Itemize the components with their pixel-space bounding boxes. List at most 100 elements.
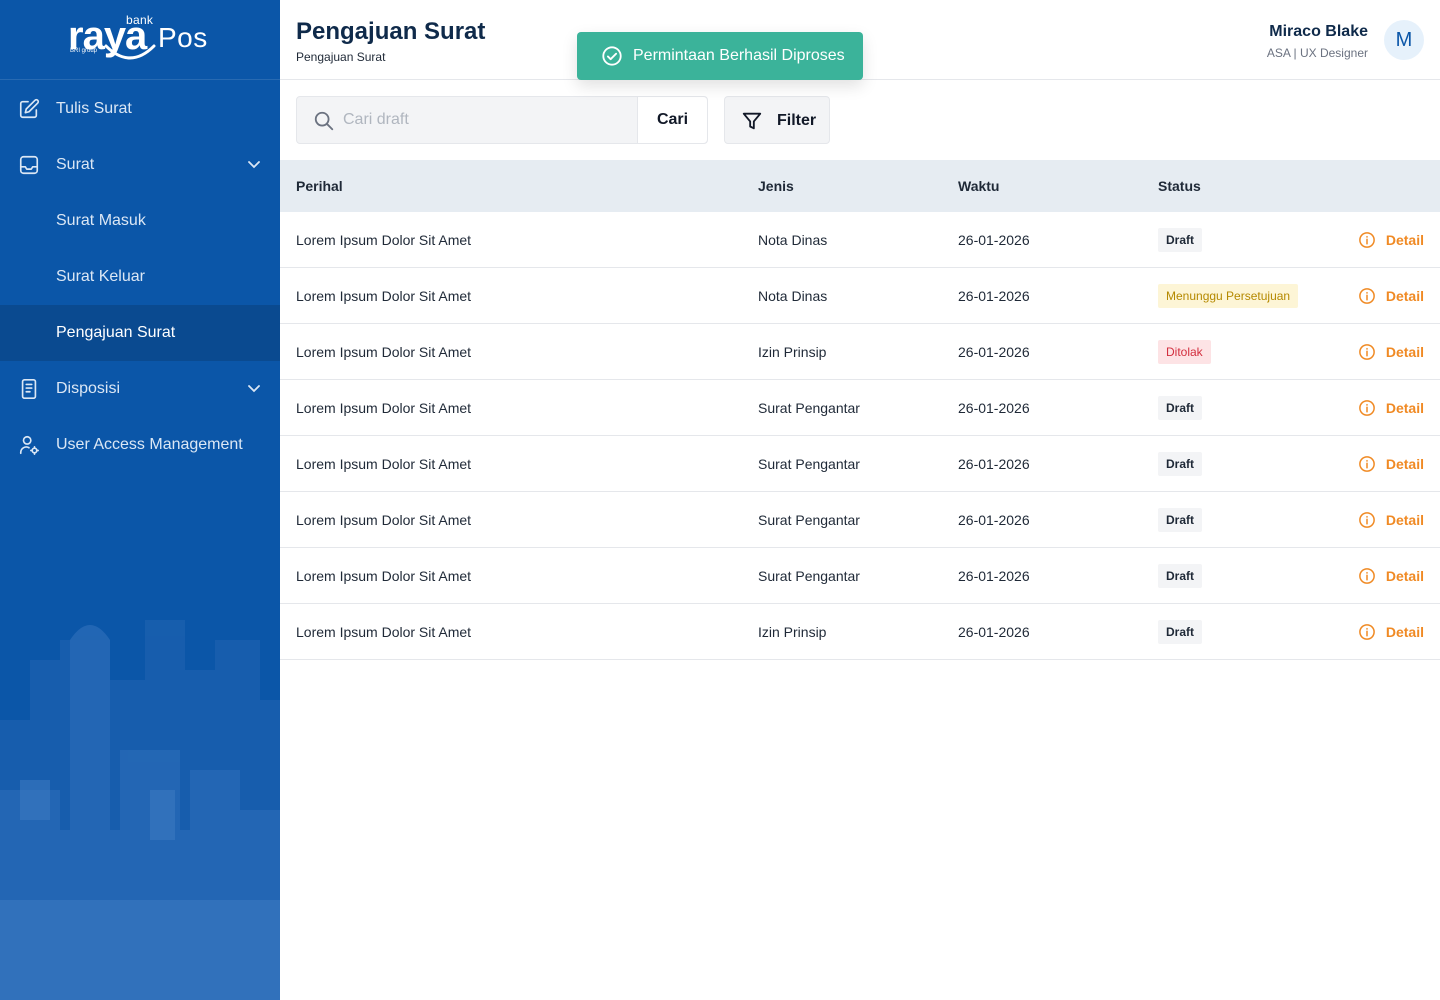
cell-perihal: Lorem Ipsum Dolor Sit Amet	[296, 400, 472, 416]
filter-button[interactable]: Filter	[724, 96, 830, 144]
cell-waktu: 26-01-2026	[958, 400, 1030, 416]
logo-pos-text: Pos	[158, 22, 208, 53]
cell-jenis: Nota Dinas	[758, 232, 828, 248]
chevron-down-icon	[248, 385, 260, 393]
cell-waktu: 26-01-2026	[958, 456, 1030, 472]
cell-perihal: Lorem Ipsum Dolor Sit Amet	[296, 232, 472, 248]
sidebar-item-disposisi[interactable]: Disposisi	[0, 361, 280, 417]
info-icon	[1359, 344, 1375, 360]
detail-link[interactable]: Detail	[1358, 343, 1424, 361]
search-icon	[314, 111, 334, 131]
table-row[interactable]: Lorem Ipsum Dolor Sit Amet Surat Penganta…	[280, 492, 1440, 548]
status-badge: Draft	[1158, 228, 1203, 252]
column-header-status[interactable]: Status	[1158, 178, 1201, 194]
sidebar-item-surat-masuk[interactable]: Surat Masuk	[0, 193, 280, 249]
detail-link[interactable]: Detail	[1358, 287, 1424, 305]
detail-label: Detail	[1385, 456, 1424, 472]
info-icon	[1359, 512, 1375, 528]
detail-link[interactable]: Detail	[1358, 511, 1424, 529]
detail-link[interactable]: Detail	[1358, 399, 1424, 417]
sidebar-item-label: User Access Management	[56, 436, 243, 453]
sidebar: bank raya Pos BRI group Tulis Surat Sura…	[0, 0, 280, 1000]
chevron-down-icon	[248, 161, 260, 169]
info-icon	[1359, 624, 1375, 640]
column-header-waktu[interactable]: Waktu	[958, 178, 999, 194]
cell-waktu: 26-01-2026	[958, 232, 1030, 248]
logo-smile-icon	[104, 44, 156, 60]
detail-link[interactable]: Detail	[1358, 567, 1424, 585]
cell-waktu: 26-01-2026	[958, 288, 1030, 304]
user-settings-icon	[19, 435, 39, 455]
info-icon	[1359, 400, 1375, 416]
sidebar-item-label: Pengajuan Surat	[56, 324, 176, 341]
cell-perihal: Lorem Ipsum Dolor Sit Amet	[296, 288, 472, 304]
sidebar-item-surat[interactable]: Surat	[0, 137, 280, 193]
cell-waktu: 26-01-2026	[958, 344, 1030, 360]
detail-link[interactable]: Detail	[1358, 231, 1424, 249]
sidebar-nav: Tulis Surat Surat Surat Masuk Surat Kelu…	[0, 81, 280, 473]
status-badge: Draft	[1158, 564, 1203, 588]
sidebar-item-label: Surat Keluar	[56, 268, 145, 285]
sidebar-item-user-access-management[interactable]: User Access Management	[0, 417, 280, 473]
cell-waktu: 26-01-2026	[958, 568, 1030, 584]
table-row[interactable]: Lorem Ipsum Dolor Sit Amet Surat Penganta…	[280, 436, 1440, 492]
table-row[interactable]: Lorem Ipsum Dolor Sit Amet Izin Prinsip 26…	[280, 324, 1440, 380]
detail-label: Detail	[1385, 624, 1424, 640]
letters-table: Perihal Jenis Waktu Status Lorem Ipsum D…	[280, 160, 1440, 660]
inbox-icon	[19, 155, 39, 175]
sidebar-item-label: Disposisi	[56, 380, 121, 397]
success-toast: Permintaan Berhasil Diproses	[577, 32, 863, 80]
status-badge: Draft	[1158, 508, 1203, 532]
detail-label: Detail	[1385, 344, 1424, 360]
table-row[interactable]: Lorem Ipsum Dolor Sit Amet Nota Dinas 26-0…	[280, 268, 1440, 324]
avatar[interactable]: M	[1384, 20, 1424, 60]
sidebar-item-label: Surat	[56, 156, 95, 173]
cell-perihal: Lorem Ipsum Dolor Sit Amet	[296, 344, 472, 360]
info-icon	[1359, 288, 1375, 304]
search-input[interactable]	[343, 98, 633, 142]
search-button[interactable]: Cari	[637, 97, 707, 143]
cell-waktu: 26-01-2026	[958, 624, 1030, 640]
info-icon	[1359, 232, 1375, 248]
column-header-perihal[interactable]: Perihal	[296, 178, 343, 194]
status-badge: Draft	[1158, 396, 1203, 420]
check-circle-icon	[602, 46, 622, 66]
detail-link[interactable]: Detail	[1358, 455, 1424, 473]
cell-perihal: Lorem Ipsum Dolor Sit Amet	[296, 624, 472, 640]
cell-perihal: Lorem Ipsum Dolor Sit Amet	[296, 512, 472, 528]
table-row[interactable]: Lorem Ipsum Dolor Sit Amet Izin Prinsip 26…	[280, 604, 1440, 660]
cell-jenis: Surat Pengantar	[758, 400, 860, 416]
brand-logo[interactable]: bank raya Pos BRI group	[0, 0, 280, 80]
cell-jenis: Izin Prinsip	[758, 624, 827, 640]
document-icon	[21, 379, 37, 399]
cell-waktu: 26-01-2026	[958, 512, 1030, 528]
detail-link[interactable]: Detail	[1358, 623, 1424, 641]
logo-group-text: BRI group	[70, 48, 98, 54]
info-icon	[1359, 456, 1375, 472]
info-icon	[1359, 568, 1375, 584]
sidebar-item-tulis-surat[interactable]: Tulis Surat	[0, 81, 280, 137]
detail-label: Detail	[1385, 568, 1424, 584]
sidebar-item-label: Surat Masuk	[56, 212, 146, 229]
table-row[interactable]: Lorem Ipsum Dolor Sit Amet Nota Dinas 26-0…	[280, 212, 1440, 268]
cell-jenis: Surat Pengantar	[758, 456, 860, 472]
sidebar-item-label: Tulis Surat	[56, 100, 132, 117]
cell-jenis: Surat Pengantar	[758, 512, 860, 528]
table-header: Perihal Jenis Waktu Status	[280, 160, 1440, 212]
cell-perihal: Lorem Ipsum Dolor Sit Amet	[296, 456, 472, 472]
breadcrumb[interactable]: Pengajuan Surat	[296, 50, 385, 64]
detail-label: Detail	[1385, 232, 1424, 248]
table-row[interactable]: Lorem Ipsum Dolor Sit Amet Surat Penganta…	[280, 548, 1440, 604]
cell-jenis: Nota Dinas	[758, 288, 828, 304]
sidebar-item-surat-keluar[interactable]: Surat Keluar	[0, 249, 280, 305]
column-header-jenis[interactable]: Jenis	[758, 178, 794, 194]
toast-message: Permintaan Berhasil Diproses	[633, 47, 845, 64]
status-badge: Menunggu Persetujuan	[1158, 284, 1299, 308]
sidebar-item-pengajuan-surat[interactable]: Pengajuan Surat	[0, 305, 280, 361]
table-row[interactable]: Lorem Ipsum Dolor Sit Amet Surat Penganta…	[280, 380, 1440, 436]
filter-label: Filter	[777, 112, 817, 129]
cell-jenis: Surat Pengantar	[758, 568, 860, 584]
edit-icon	[19, 98, 40, 119]
search-bar: Cari	[296, 96, 708, 144]
page-title: Pengajuan Surat	[296, 18, 486, 45]
